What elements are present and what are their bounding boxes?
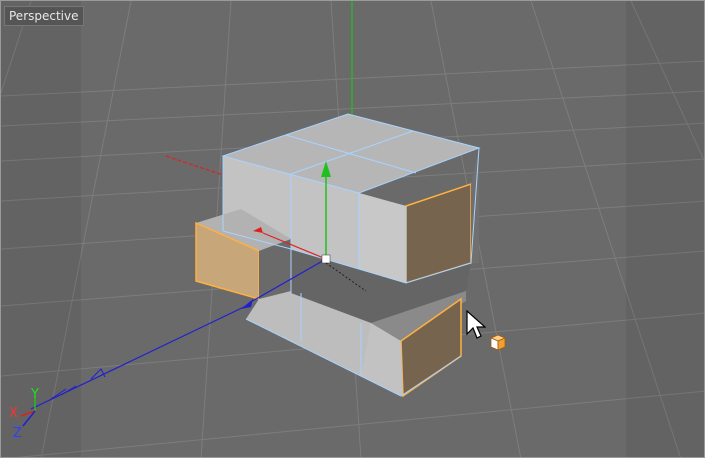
world-x-axis — [165, 155, 227, 177]
face-front-upper-right[interactable] — [359, 193, 406, 283]
mesh-object[interactable] — [195, 114, 479, 398]
axis-orientation-gizmo: Y X Z — [9, 387, 39, 441]
axis-z-label: Z — [13, 426, 22, 441]
axis-x-label: X — [9, 406, 18, 421]
mouse-pointer-icon — [466, 310, 486, 339]
axis-y-label: Y — [30, 387, 39, 402]
gizmo-center[interactable] — [321, 254, 331, 264]
scene-canvas[interactable] — [1, 1, 705, 458]
right-shade — [626, 1, 704, 457]
3d-viewport-perspective[interactable]: Perspective Y X Z — [0, 0, 705, 458]
cube-tool-icon — [489, 334, 507, 351]
gizmo-z-arrow[interactable] — [241, 299, 253, 309]
viewport-label[interactable]: Perspective — [4, 6, 84, 26]
